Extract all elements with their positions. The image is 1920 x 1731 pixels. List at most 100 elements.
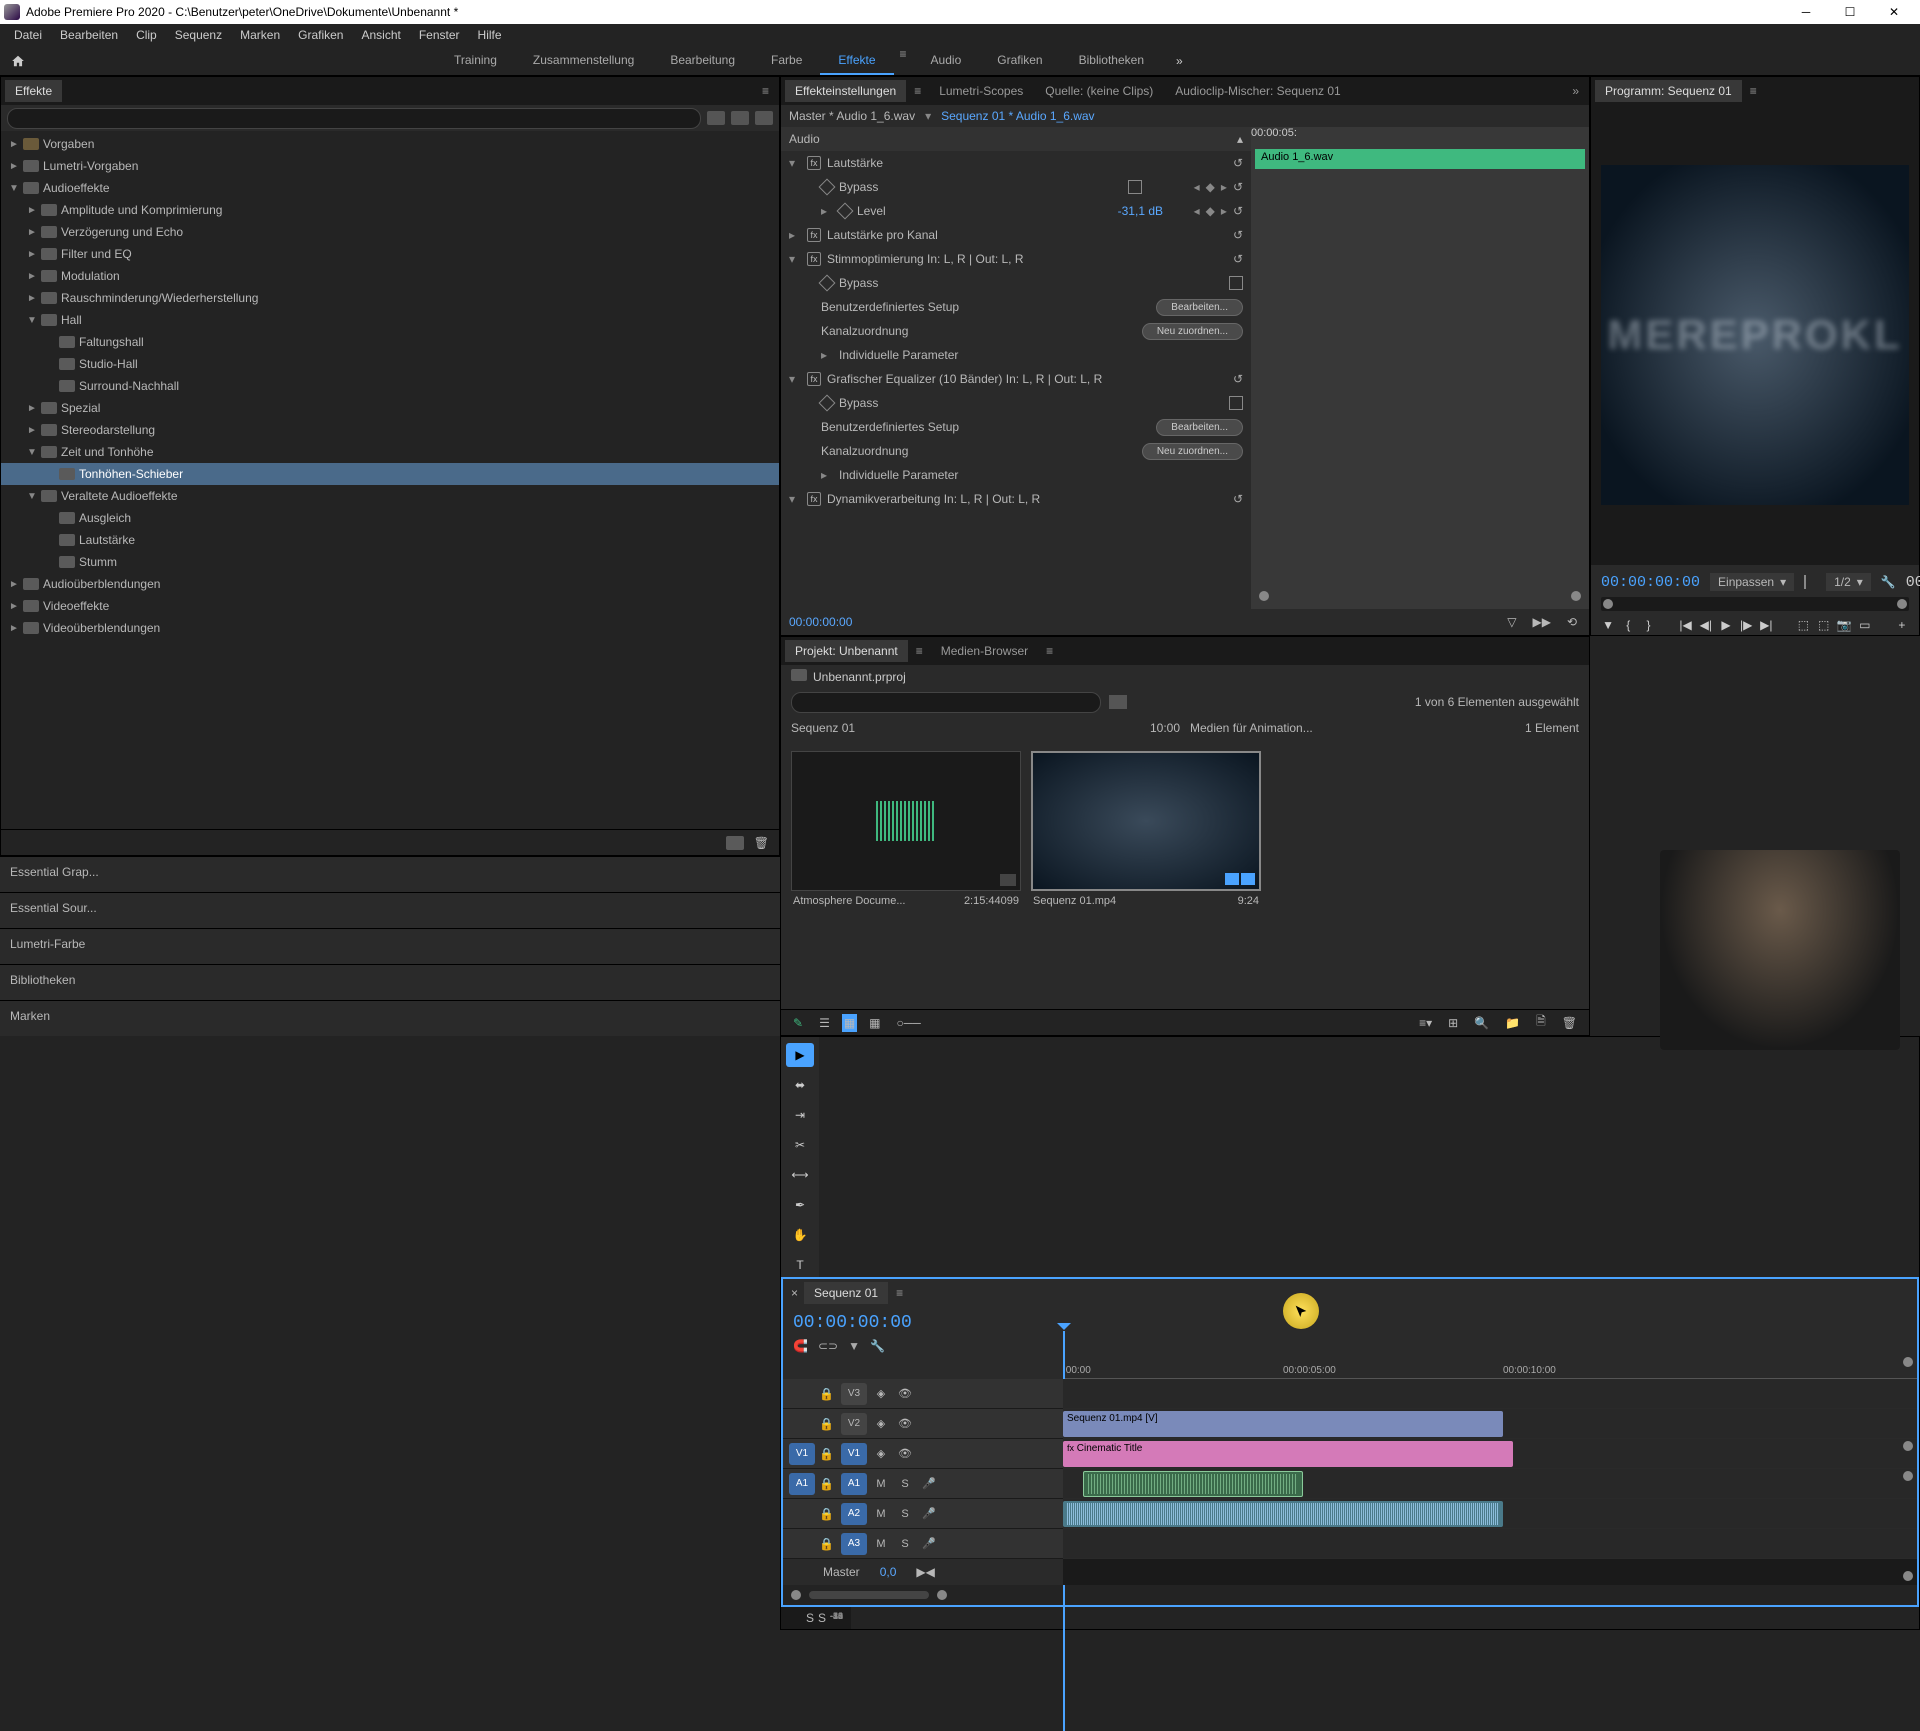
effect-node[interactable]: ►Lumetri-Vorgaben	[1, 155, 779, 177]
lock-icon[interactable]: 🔒	[819, 1387, 837, 1401]
delete-icon[interactable]: 🗑	[754, 836, 769, 850]
menu-sequenz[interactable]: Sequenz	[167, 26, 230, 44]
mute-toggle[interactable]: M	[871, 1478, 891, 1490]
toggle-sync-lock[interactable]: ◈	[871, 1447, 891, 1460]
fx-badge-icon[interactable]	[731, 111, 749, 125]
reset-icon[interactable]: ↺	[1233, 156, 1243, 170]
tree-twisty-icon[interactable]: ►	[27, 293, 37, 304]
panel-menu-icon[interactable]: ≡	[1040, 644, 1059, 658]
icon-view-icon[interactable]: ▦	[842, 1014, 857, 1032]
zoom-fit-select[interactable]: Einpassen▾	[1710, 573, 1794, 591]
effect-node[interactable]: ►Verzögerung und Echo	[1, 221, 779, 243]
wrench-icon[interactable]: 🔧	[1881, 575, 1896, 589]
timeline-clips-area[interactable]: Sequenz 01.mp4 [V] fx Cinematic Title	[1063, 1379, 1917, 1585]
track-target-a1[interactable]: A1	[841, 1473, 867, 1495]
prev-kf-icon[interactable]: ◂	[1194, 204, 1200, 218]
panel-menu-icon[interactable]: ≡	[890, 1286, 909, 1300]
effect-node[interactable]: Faltungshall	[1, 331, 779, 353]
automate-icon[interactable]: ⊞	[1444, 1014, 1462, 1032]
linked-selection-icon[interactable]: ⊂⊃	[818, 1339, 838, 1353]
bypass-checkbox[interactable]	[1229, 396, 1243, 410]
bin2-name[interactable]: Medien für Animation...	[1190, 721, 1313, 735]
tree-twisty-icon[interactable]: ▼	[9, 183, 19, 194]
next-kf-icon[interactable]: ▸	[1221, 204, 1227, 218]
workspace-zusammenstellung[interactable]: Zusammenstellung	[515, 47, 652, 75]
fx-toggle-icon[interactable]: fx	[807, 228, 821, 242]
effect-node[interactable]: ►Filter und EQ	[1, 243, 779, 265]
tree-twisty-icon[interactable]: ►	[27, 425, 37, 436]
effect-node[interactable]: ▼Audioeffekte	[1, 177, 779, 199]
source-v1[interactable]: V1	[789, 1443, 815, 1465]
effect-node[interactable]: ►Stereodarstellung	[1, 419, 779, 441]
track-select-tool[interactable]: ⬌	[786, 1073, 814, 1097]
track-target-a2[interactable]: A2	[841, 1503, 867, 1525]
effect-node[interactable]: ►Videoüberblendungen	[1, 617, 779, 639]
effect-node[interactable]: Lautstärke	[1, 529, 779, 551]
fx-toggle-icon[interactable]: fx	[807, 492, 821, 506]
tree-twisty-icon[interactable]: ►	[27, 271, 37, 282]
tab-media-browser[interactable]: Medien-Browser	[931, 640, 1038, 662]
add-marker-icon[interactable]: ▼	[848, 1339, 860, 1353]
effect-node[interactable]: ►Modulation	[1, 265, 779, 287]
reset-icon[interactable]: ↺	[1233, 204, 1243, 218]
program-viewer[interactable]: MEREPROKL	[1601, 165, 1909, 505]
level-value[interactable]: -31,1 dB	[1118, 204, 1188, 218]
zoom-scrollbar[interactable]	[809, 1591, 929, 1599]
solo-meter[interactable]: S	[806, 1611, 814, 1625]
zoom-handle-icon[interactable]	[1259, 591, 1269, 601]
reset-icon[interactable]: ↺	[1233, 492, 1243, 506]
add-kf-icon[interactable]: ◆	[1206, 180, 1215, 194]
fx-badge-icon[interactable]	[707, 111, 725, 125]
effect-node[interactable]: ►Amplitude und Komprimierung	[1, 199, 779, 221]
zoom-handle-icon[interactable]	[1571, 591, 1581, 601]
effect-node[interactable]: ▼Zeit und Tonhöhe	[1, 441, 779, 463]
minimize-button[interactable]: ─	[1784, 0, 1828, 24]
tree-twisty-icon[interactable]: ►	[9, 579, 19, 590]
effect-node[interactable]: ▼Veraltete Audioeffekte	[1, 485, 779, 507]
tree-twisty-icon[interactable]: ►	[9, 601, 19, 612]
project-item[interactable]: Atmosphere Docume...2:15:44099	[791, 751, 1021, 999]
scrub-handle-icon[interactable]	[1897, 599, 1907, 609]
new-bin-icon[interactable]	[726, 836, 744, 850]
keyframe-toggle[interactable]	[819, 275, 836, 292]
scroll-handle-icon[interactable]	[1903, 1571, 1913, 1581]
collapsed-panel[interactable]: Lumetri-Farbe	[0, 928, 780, 964]
solo-meter[interactable]: S	[818, 1611, 826, 1625]
tab-project[interactable]: Projekt: Unbenannt	[785, 640, 908, 662]
effect-node[interactable]: Tonhöhen-Schieber	[1, 463, 779, 485]
home-button[interactable]	[0, 46, 36, 76]
menu-hilfe[interactable]: Hilfe	[470, 26, 510, 44]
clip-audio[interactable]	[1083, 1471, 1303, 1497]
tab-program[interactable]: Programm: Sequenz 01	[1595, 80, 1742, 102]
play-only-icon[interactable]: ▶▶	[1528, 615, 1554, 629]
remap-button[interactable]: Neu zuordnen...	[1142, 443, 1243, 460]
effect-node[interactable]: Ausgleich	[1, 507, 779, 529]
ripple-edit-tool[interactable]: ⇥	[786, 1103, 814, 1127]
find-icon[interactable]: 🔍	[1470, 1014, 1493, 1032]
bin-name[interactable]: Sequenz 01	[791, 721, 855, 735]
tree-twisty-icon[interactable]: ►	[27, 403, 37, 414]
menu-grafiken[interactable]: Grafiken	[290, 26, 351, 44]
mute-toggle[interactable]: M	[871, 1508, 891, 1520]
lock-icon[interactable]: 🔒	[819, 1507, 837, 1521]
solo-toggle[interactable]: S	[895, 1508, 915, 1520]
reset-icon[interactable]: ↺	[1233, 372, 1243, 386]
go-to-in-button[interactable]: |◀	[1679, 614, 1693, 636]
new-item-icon[interactable]: 🗎	[1532, 1010, 1550, 1035]
tree-twisty-icon[interactable]: ▼	[27, 447, 37, 458]
mute-toggle[interactable]: M	[871, 1538, 891, 1550]
filter-icon[interactable]: ▽	[1503, 615, 1520, 629]
tree-twisty-icon[interactable]: ►	[9, 139, 19, 150]
toggle-output[interactable]: 👁	[895, 1387, 915, 1400]
selection-tool[interactable]: ▶	[786, 1043, 814, 1067]
reset-icon[interactable]: ↺	[1233, 180, 1243, 194]
workspace-overflow-button[interactable]: »	[1162, 54, 1197, 68]
prev-kf-icon[interactable]: ◂	[1194, 180, 1200, 194]
ec-master-clip[interactable]: Master * Audio 1_6.wav	[789, 109, 915, 123]
track-target-v2[interactable]: V2	[841, 1413, 867, 1435]
workspace-bearbeitung[interactable]: Bearbeitung	[652, 47, 753, 75]
workspace-grafiken[interactable]: Grafiken	[979, 47, 1060, 75]
master-value[interactable]: 0,0	[880, 1565, 897, 1579]
clip-video[interactable]: Sequenz 01.mp4 [V]	[1063, 1411, 1503, 1437]
solo-toggle[interactable]: S	[895, 1538, 915, 1550]
